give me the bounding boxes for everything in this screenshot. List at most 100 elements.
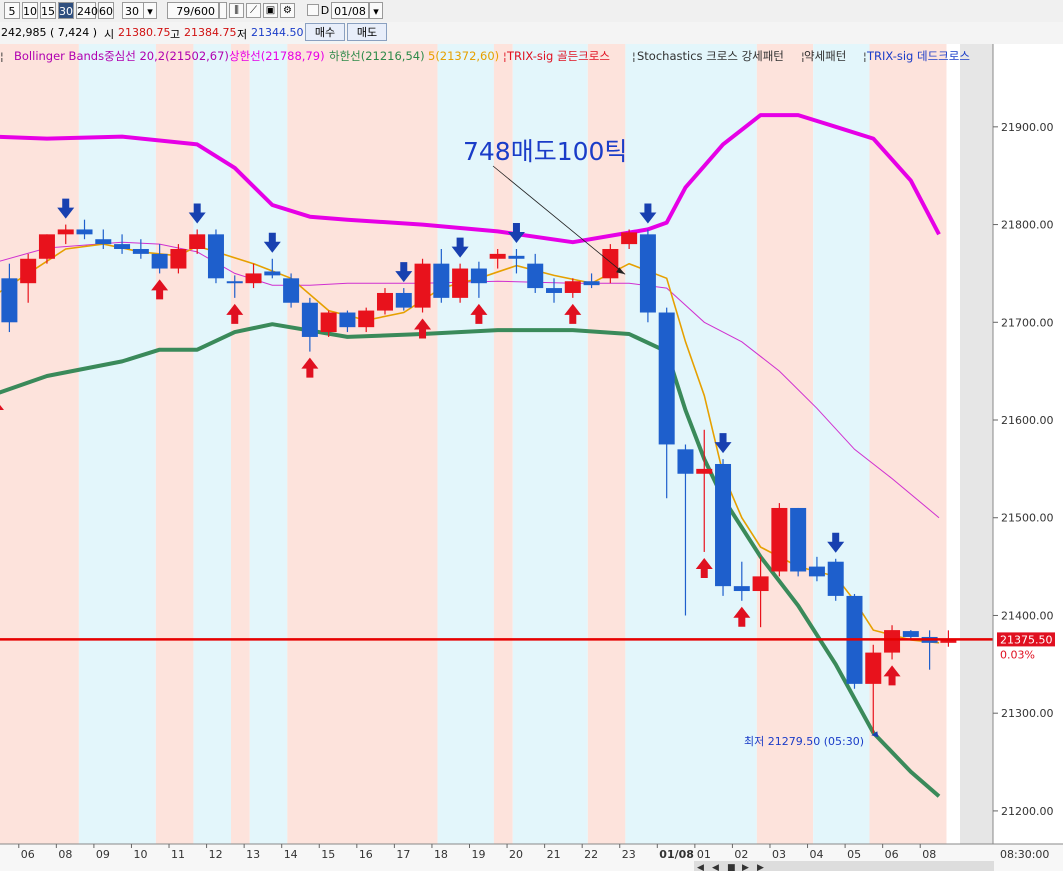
scroll-control-icon-4[interactable]: ▶: [757, 863, 764, 871]
scroll-control-icon-2[interactable]: ■: [727, 863, 736, 871]
candle-body-30: [564, 281, 581, 293]
y-tick-label-6: 21800.00: [1001, 219, 1054, 232]
legend-separator-start: ¦: [0, 50, 4, 63]
signal-zone-2: [155, 44, 194, 844]
date-field[interactable]: 01/08: [331, 2, 369, 19]
x-tick-label-16: 23: [622, 848, 636, 861]
signal-zone-4: [230, 44, 250, 844]
horizontal-scrollbar: [694, 861, 994, 871]
signal-zone-11: [625, 44, 757, 844]
candle-body-2: [38, 234, 55, 259]
x-tick-label-1: 08: [58, 848, 72, 861]
x-tick-label-14: 21: [547, 848, 561, 861]
candle-body-48: [902, 631, 919, 637]
timeframe-button-60[interactable]: 60: [98, 2, 114, 19]
y-tick-label-5: 21700.00: [1001, 316, 1054, 329]
sell-button[interactable]: 매도: [347, 23, 387, 41]
timeframe-button-5[interactable]: 5: [4, 2, 20, 19]
candle-body-29: [546, 288, 563, 293]
candle-body-27: [508, 255, 525, 259]
change-value: ( 7,424 ): [50, 26, 98, 39]
y-tick-label-3: 21500.00: [1001, 512, 1054, 525]
candle-body-16: [301, 302, 318, 337]
x-tick-label-0: 06: [21, 848, 35, 861]
high-value: 21384.75: [184, 26, 237, 39]
open-label: 시: [104, 28, 115, 41]
legend-separator-2: ¦: [801, 50, 805, 63]
date-dropdown-icon[interactable]: ▾: [369, 2, 383, 19]
x-tick-label-23: 06: [885, 848, 899, 861]
legend-separator-3: ¦: [863, 50, 867, 63]
x-tick-label-22: 05: [847, 848, 861, 861]
x-tick-label-8: 15: [321, 848, 335, 861]
legend-bb: Bollinger Bands중심선 20,2(21502,67): [14, 49, 229, 63]
timeframe-button-30[interactable]: 30: [58, 2, 74, 19]
current-price-change: 0.03%: [1000, 648, 1035, 661]
line-tool-icon[interactable]: ⟋: [246, 3, 261, 18]
count-spinner-icon[interactable]: [219, 2, 227, 19]
scroll-control-icon-0[interactable]: ◀: [697, 863, 704, 871]
bar-count-field[interactable]: 79/600: [167, 2, 219, 19]
date-checkbox[interactable]: [307, 4, 319, 16]
candle-body-43: [808, 566, 825, 577]
candle-body-11: [207, 234, 224, 279]
candle-body-22: [414, 263, 431, 308]
signal-zone-12: [756, 44, 814, 844]
legend-stoch: Stochastics 크로스 강세패턴: [637, 49, 784, 63]
chevron-down-icon[interactable]: ▾: [143, 2, 157, 19]
x-tick-label-20: 03: [772, 848, 786, 861]
candle-type-icon[interactable]: ⫼: [229, 3, 244, 18]
candle-body-35: [658, 312, 675, 445]
legend-trix-dead: TRIX-sig 데드크로스: [866, 49, 970, 63]
x-tick-label-21: 04: [810, 848, 824, 861]
timeframe-button-240[interactable]: 240: [76, 2, 98, 19]
x-tick-label-10: 17: [396, 848, 410, 861]
chart-window-icon[interactable]: ▣: [263, 3, 278, 18]
signal-zone-14: [869, 44, 947, 844]
candle-body-24: [452, 268, 469, 298]
candle-body-9: [170, 248, 187, 269]
legend-separator-1: ¦: [632, 50, 636, 63]
candle-body-44: [827, 561, 844, 596]
timeframe-button-10[interactable]: 10: [22, 2, 38, 19]
candle-body-10: [189, 234, 206, 249]
candle-body-41: [771, 507, 788, 572]
toolbar: 5 10 15 30 240 60 30 ▾ 79/600 ⫼ ⟋ ▣ ⚙ D 01/08 ▾: [0, 0, 1063, 23]
scroll-control-icon-1[interactable]: ◀: [712, 863, 719, 871]
x-tick-label-24: 08: [922, 848, 936, 861]
candle-body-26: [489, 253, 506, 259]
x-tick-label-15: 22: [584, 848, 598, 861]
candle-body-32: [602, 248, 619, 279]
legend-upper: 상한선(21788,79): [229, 49, 325, 63]
candle-body-47: [884, 630, 901, 653]
candle-body-33: [621, 232, 638, 245]
chart-area: 748매도100틱최저 21279.50 (05:30) Bollinger Ba…: [0, 44, 1063, 871]
high-label: 고: [170, 28, 181, 41]
timeframe-button-15[interactable]: 15: [40, 2, 56, 19]
buy-button[interactable]: 매수: [305, 23, 345, 41]
y-axis-panel: [993, 44, 1063, 844]
x-tick-label-9: 16: [359, 848, 373, 861]
candle-body-17: [320, 312, 337, 333]
x-tick-label-11: 18: [434, 848, 448, 861]
x-tick-label-19: 02: [734, 848, 748, 861]
x-tick-label-2: 09: [96, 848, 110, 861]
legend-lower: 하한선(21216,54): [329, 49, 425, 63]
legend-weak: 약세패턴: [804, 49, 846, 63]
candle-body-5: [95, 239, 112, 245]
candle-body-31: [583, 281, 600, 286]
signal-zone-13: [813, 44, 870, 844]
settings-gear-icon[interactable]: ⚙: [280, 3, 295, 18]
y-tick-label-7: 21900.00: [1001, 121, 1054, 134]
candle-body-46: [865, 652, 882, 684]
candle-body-38: [715, 463, 732, 587]
candle-body-37: [696, 468, 713, 474]
signal-zone-1: [78, 44, 156, 844]
date-checkbox-label: D: [320, 4, 330, 17]
x-tick-label-18: 01: [697, 848, 711, 861]
period-select[interactable]: 30: [122, 2, 144, 19]
signal-zone-0: [0, 44, 79, 844]
scroll-control-icon-3[interactable]: ▶: [742, 863, 749, 871]
x-tick-label-7: 14: [284, 848, 298, 861]
candle-body-0: [1, 278, 18, 323]
